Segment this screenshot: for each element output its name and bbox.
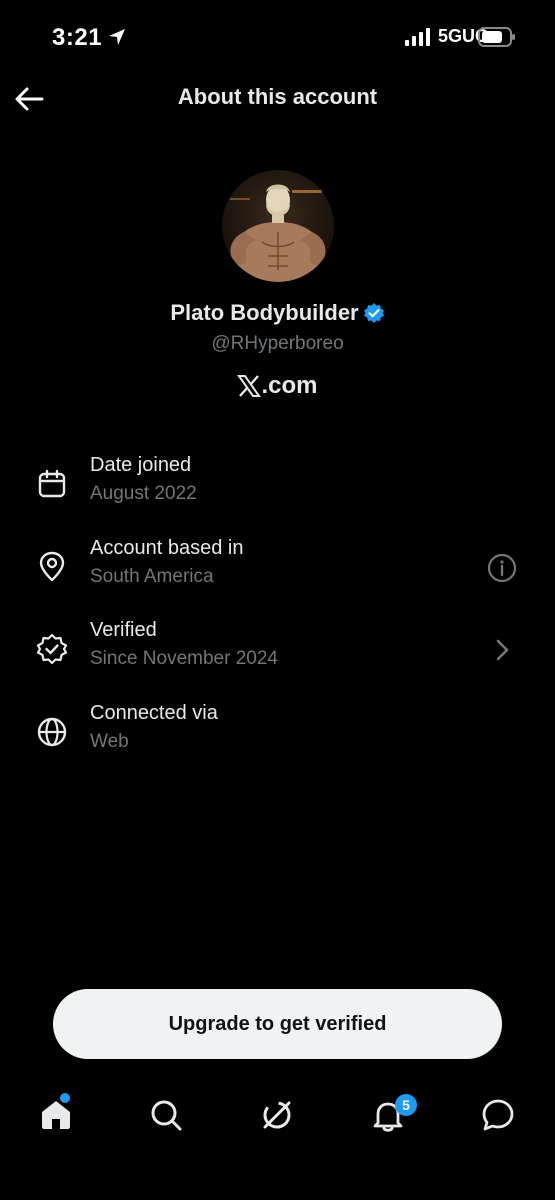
info-row-account-based: Account based in South America — [0, 535, 555, 605]
site-link[interactable]: .com — [0, 372, 555, 400]
info-value: South America — [90, 566, 214, 587]
globe-icon — [37, 717, 67, 747]
location-arrow-icon — [109, 29, 125, 45]
info-label: Verified — [90, 619, 157, 641]
location-pin-icon — [39, 551, 65, 582]
chevron-right-icon[interactable] — [487, 635, 517, 665]
info-row-verified[interactable]: Verified Since November 2024 — [0, 617, 555, 687]
info-row-date-joined: Date joined August 2022 — [0, 452, 555, 522]
home-unread-dot — [60, 1093, 70, 1103]
site-text: .com — [261, 372, 318, 399]
info-row-connected-via: Connected via Web — [0, 700, 555, 770]
display-name: Plato Bodybuilder — [170, 300, 359, 325]
calendar-icon — [38, 469, 66, 498]
grok-icon[interactable] — [257, 1095, 297, 1135]
notifications-badge: 5 — [395, 1094, 417, 1116]
info-icon[interactable] — [487, 553, 517, 583]
info-value: August 2022 — [90, 483, 197, 504]
messages-icon[interactable] — [478, 1095, 518, 1135]
info-label: Account based in — [90, 537, 244, 559]
signal-icon — [405, 28, 430, 46]
home-icon[interactable] — [36, 1095, 76, 1135]
verified-badge-outline-icon — [36, 633, 68, 665]
x-logo-icon — [237, 375, 262, 397]
info-label: Date joined — [90, 454, 192, 476]
avatar-image — [222, 170, 334, 282]
battery-icon — [478, 27, 515, 47]
info-label: Connected via — [90, 702, 218, 724]
page-title: About this account — [177, 84, 378, 109]
handle: @RHyperboreo — [211, 333, 344, 354]
avatar[interactable] — [222, 170, 334, 282]
info-value: Web — [90, 731, 129, 752]
info-value: Since November 2024 — [90, 648, 278, 669]
verified-badge-icon — [363, 303, 384, 323]
search-icon[interactable] — [146, 1095, 186, 1135]
upgrade-button[interactable]: Upgrade to get verified — [53, 989, 502, 1059]
status-bar: 3:21 5GUC — [0, 0, 555, 72]
name-row: Plato Bodybuilder — [0, 300, 555, 326]
status-time: 3:21 — [52, 24, 103, 51]
